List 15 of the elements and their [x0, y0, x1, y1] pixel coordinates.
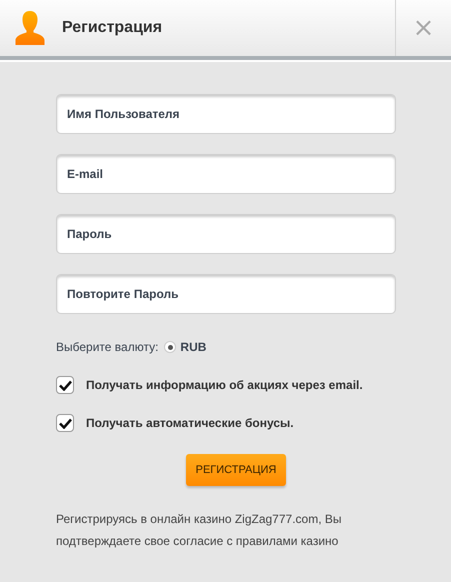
- input-field[interactable]: E-mail: [56, 154, 396, 194]
- checkbox[interactable]: [56, 376, 74, 394]
- user-icon: [15, 11, 45, 45]
- radio-button[interactable]: [164, 341, 176, 353]
- checkbox-label: Получать автоматические бонусы.: [86, 416, 294, 430]
- input-field[interactable]: Имя Пользователя: [56, 94, 396, 134]
- checkbox[interactable]: [56, 414, 74, 432]
- radio-label: RUB: [180, 340, 206, 354]
- input-field[interactable]: Повторите Пароль: [56, 274, 396, 314]
- terms-text: Регистрируясь в онлайн казино ZigZag777.com, Вы подтверждаете свое согласие с правилами казино: [56, 511, 343, 550]
- input-field[interactable]: Пароль: [56, 214, 396, 254]
- register-button[interactable]: РЕГИСТРАЦИЯ: [186, 454, 286, 486]
- currency-label: Выберите валюту:: [56, 340, 158, 354]
- dialog-title: Регистрация: [62, 19, 162, 37]
- checkbox-label: Получать информацию об акциях через email.: [86, 378, 363, 392]
